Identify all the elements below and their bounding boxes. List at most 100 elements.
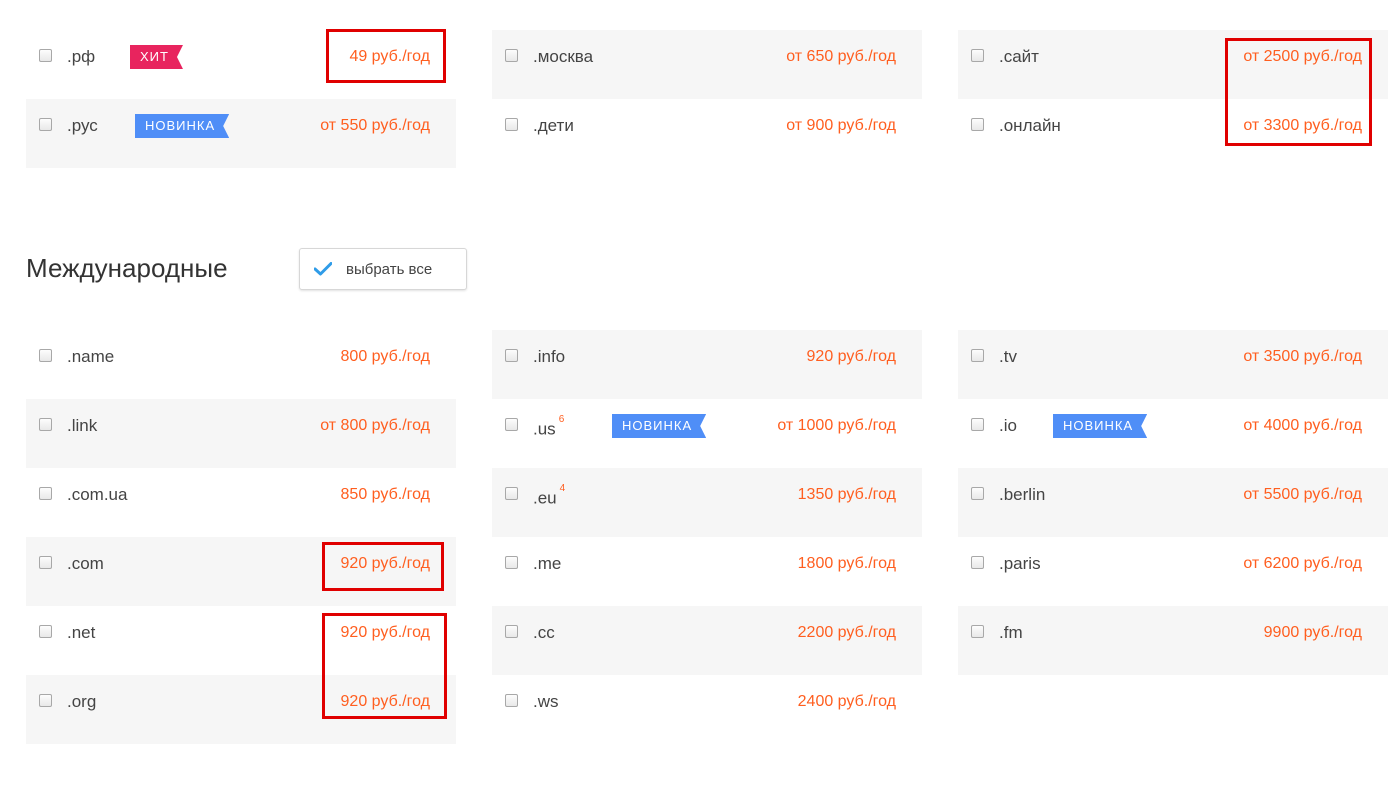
zone-name: .рф [67, 47, 95, 67]
zone-checkbox[interactable] [505, 487, 518, 500]
zone-name: .name [67, 347, 114, 367]
zone-checkbox[interactable] [39, 349, 52, 362]
zone-checkbox[interactable] [971, 49, 984, 62]
new-badge: НОВИНКА [1053, 414, 1147, 438]
zone-row: .us6 НОВИНКА от 1000 руб./год [492, 399, 922, 468]
hit-badge: ХИТ [130, 45, 183, 69]
zone-name: .com [67, 554, 104, 574]
new-badge: НОВИНКА [612, 414, 706, 438]
new-badge: НОВИНКА [135, 114, 229, 138]
select-all-label: выбрать все [346, 260, 433, 278]
zone-name-text: .fm [999, 623, 1023, 642]
zone-name: .онлайн [999, 116, 1061, 136]
zone-name: .link [67, 416, 97, 436]
zone-price: 850 руб./год [340, 486, 430, 503]
zone-name: .berlin [999, 485, 1045, 505]
zone-price: от 3500 руб./год [1243, 348, 1362, 365]
zone-checkbox[interactable] [971, 556, 984, 569]
zone-row: .ws 2400 руб./год [492, 675, 922, 744]
zone-row: .paris от 6200 руб./год [958, 537, 1388, 606]
zone-checkbox[interactable] [39, 556, 52, 569]
zone-name: .fm [999, 623, 1023, 643]
zone-column-1: .info 920 руб./год .us6 НОВИНКА от 1000 руб.… [492, 330, 922, 744]
zone-name: .ws [533, 692, 559, 712]
zone-row: .москва от 650 руб./год [492, 30, 922, 99]
zone-column-1: .москва от 650 руб./год .дети от 900 руб./г… [492, 30, 922, 168]
highlight-box-net-org-prices [322, 613, 447, 719]
zone-name-text: .ws [533, 692, 559, 711]
zone-name: .дети [533, 116, 574, 136]
zone-name-text: .org [67, 692, 97, 711]
zone-name-text: .дети [533, 116, 574, 135]
zone-price: 1350 руб./год [797, 486, 896, 503]
zone-row: .cc 2200 руб./год [492, 606, 922, 675]
zone-checkbox[interactable] [505, 556, 518, 569]
zone-row: .tv от 3500 руб./год [958, 330, 1388, 399]
zone-price: от 900 руб./год [786, 117, 896, 134]
zone-checkbox[interactable] [39, 625, 52, 638]
zone-name: .net [67, 623, 95, 643]
zone-name-text: .онлайн [999, 116, 1061, 135]
zone-checkbox[interactable] [505, 49, 518, 62]
zone-row: .link от 800 руб./год [26, 399, 456, 468]
zone-name-text: .io [999, 416, 1017, 435]
zone-name: .us6 [533, 414, 565, 440]
zone-row: .дети от 900 руб./год [492, 99, 922, 168]
zone-name-text: .us [533, 419, 556, 439]
checkmark-icon [314, 262, 332, 276]
zone-price: от 6200 руб./год [1243, 555, 1362, 572]
zone-row: .info 920 руб./год [492, 330, 922, 399]
zone-name: .me [533, 554, 561, 574]
select-all-button[interactable]: выбрать все [299, 248, 467, 290]
zone-name-text: .москва [533, 47, 594, 66]
zone-name-text: .com [67, 554, 104, 573]
zone-name: .tv [999, 347, 1017, 367]
zone-price: 800 руб./год [340, 348, 430, 365]
zone-column-2: .tv от 3500 руб./год .io НОВИНКА от 4000 руб… [958, 330, 1388, 675]
zone-checkbox[interactable] [505, 694, 518, 707]
zone-name: .рус [67, 116, 98, 136]
zone-checkbox[interactable] [971, 418, 984, 431]
zone-row: .name 800 руб./год [26, 330, 456, 399]
zone-checkbox[interactable] [971, 118, 984, 131]
zone-price: от 1000 руб./год [777, 417, 896, 434]
zone-name-text: .link [67, 416, 98, 435]
zone-row: .berlin от 5500 руб./год [958, 468, 1388, 537]
highlight-box-com-price [322, 542, 444, 591]
zone-name-text: .info [533, 347, 566, 366]
zone-footnote-mark: 4 [559, 483, 566, 494]
zone-name: .сайт [999, 47, 1039, 67]
zone-name-text: .рф [67, 47, 96, 66]
zone-checkbox[interactable] [971, 625, 984, 638]
zone-name-text: .paris [999, 554, 1041, 573]
zone-name: .info [533, 347, 565, 367]
zone-checkbox[interactable] [971, 349, 984, 362]
zone-price: 9900 руб./год [1263, 624, 1362, 641]
zone-name-text: .сайт [999, 47, 1039, 66]
zone-price: от 800 руб./год [320, 417, 430, 434]
zone-checkbox[interactable] [505, 625, 518, 638]
zone-price: от 5500 руб./год [1243, 486, 1362, 503]
zone-name-text: .com.ua [67, 485, 128, 504]
zone-name-text: .net [67, 623, 96, 642]
zone-checkbox[interactable] [505, 418, 518, 431]
zone-name-text: .рус [67, 116, 98, 135]
zone-name-text: .tv [999, 347, 1017, 366]
zone-checkbox[interactable] [39, 49, 52, 62]
zone-row: .me 1800 руб./год [492, 537, 922, 606]
zone-checkbox[interactable] [39, 418, 52, 431]
zone-checkbox[interactable] [39, 118, 52, 131]
zone-name: .paris [999, 554, 1041, 574]
zone-checkbox[interactable] [39, 487, 52, 500]
zone-checkbox[interactable] [39, 694, 52, 707]
zone-row: .fm 9900 руб./год [958, 606, 1388, 675]
highlight-box-rf-price [326, 29, 446, 83]
zone-checkbox[interactable] [971, 487, 984, 500]
zone-name-text: .name [67, 347, 115, 366]
zone-footnote-mark: 6 [558, 414, 565, 425]
zone-checkbox[interactable] [505, 349, 518, 362]
zone-price: от 650 руб./год [786, 48, 896, 65]
zone-price: 920 руб./год [806, 348, 896, 365]
zone-checkbox[interactable] [505, 118, 518, 131]
zone-row: .рус НОВИНКА от 550 руб./год [26, 99, 456, 168]
